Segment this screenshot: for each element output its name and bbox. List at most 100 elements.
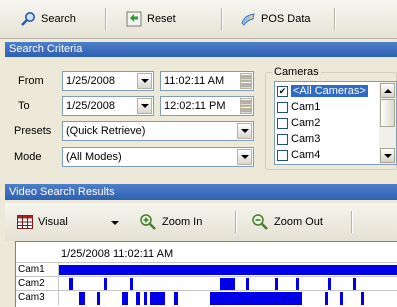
toolbar-separator	[105, 8, 106, 30]
search-criteria-header: Search Criteria	[5, 42, 397, 57]
timeline-camera-label: Cam3	[18, 292, 45, 303]
recording-segment[interactable]	[59, 265, 397, 275]
to-label: To	[18, 100, 30, 112]
checkbox-icon[interactable]	[277, 117, 288, 129]
recording-segment[interactable]	[79, 292, 85, 305]
recording-segment[interactable]	[150, 292, 165, 305]
recording-segment[interactable]	[104, 278, 107, 290]
camera-item-label: Cam2	[291, 117, 321, 129]
camera-item-label: Cam3	[291, 133, 321, 145]
pos-data-label: POS Data	[261, 13, 311, 25]
recording-segment[interactable]	[97, 292, 100, 305]
camera-item-label: Cam1	[291, 101, 321, 113]
recording-segment[interactable]	[340, 292, 343, 305]
toolbar-separator	[351, 211, 352, 233]
video-results-header: Video Search Results	[5, 184, 397, 200]
recording-segment[interactable]	[246, 278, 249, 290]
camera-item-cam3[interactable]: Cam3	[277, 132, 320, 146]
checkbox-checked-icon[interactable]: ✔	[277, 85, 288, 97]
cameras-scrollbar[interactable]	[379, 82, 396, 164]
zoom-out-icon	[251, 213, 269, 231]
camera-item-all[interactable]: ✔ <All Cameras>	[277, 84, 368, 98]
checkbox-icon[interactable]	[277, 149, 288, 161]
camera-item-label: Cam4	[291, 149, 321, 161]
to-date-value: 1/25/2008	[66, 100, 115, 112]
toolbar-separator	[334, 8, 335, 30]
timeline-camera-label: Cam1	[18, 264, 45, 275]
zoom-out-label: Zoom Out	[274, 216, 323, 228]
recording-segment[interactable]	[122, 292, 128, 305]
toolbar-separator	[235, 211, 236, 233]
grid-icon	[17, 215, 33, 229]
zoom-out-button[interactable]: Zoom Out	[245, 211, 340, 233]
recording-segment[interactable]	[325, 292, 328, 305]
timeline-row[interactable]: Cam2	[16, 276, 397, 291]
recording-segment[interactable]	[174, 292, 178, 305]
results-toolbar: Visual Zoom In Zoom Out	[5, 203, 397, 241]
to-time-value: 12:02:11 PM	[164, 100, 226, 112]
zoom-in-button[interactable]: Zoom In	[133, 211, 223, 233]
presets-select[interactable]: (Quick Retrieve)	[62, 121, 254, 141]
recording-segment[interactable]	[353, 278, 356, 290]
dropdown-arrow-icon[interactable]	[237, 149, 252, 165]
search-label: Search	[41, 13, 76, 25]
to-date-picker[interactable]: 1/25/2008	[62, 96, 154, 116]
mode-select[interactable]: (All Modes)	[62, 147, 254, 167]
timeline-track[interactable]	[59, 292, 397, 305]
scroll-up-icon[interactable]	[380, 83, 395, 98]
recording-segment[interactable]	[136, 292, 140, 305]
presets-value: (Quick Retrieve)	[66, 125, 146, 137]
from-label: From	[18, 75, 44, 87]
camera-item-label: <All Cameras>	[291, 85, 368, 97]
cameras-title: Cameras	[272, 66, 321, 78]
camera-item-cam4[interactable]: Cam4	[277, 148, 320, 162]
from-time-value: 11:02:11 AM	[164, 75, 225, 87]
camera-item-cam1[interactable]: Cam1	[277, 100, 320, 114]
recording-segment[interactable]	[144, 292, 147, 305]
recording-segment[interactable]	[69, 278, 73, 290]
mode-value: (All Modes)	[66, 151, 122, 163]
recording-segment[interactable]	[275, 278, 278, 290]
recording-segment[interactable]	[361, 292, 364, 305]
zoom-in-label: Zoom In	[162, 216, 203, 228]
mode-label: Mode	[14, 151, 42, 163]
recording-segment[interactable]	[130, 278, 133, 290]
timeline-start-label: 1/25/2008 11:02:11 AM	[61, 248, 174, 260]
to-time-picker[interactable]: 12:02:11 PM	[160, 96, 254, 116]
spinner-icon[interactable]	[240, 73, 252, 89]
from-date-picker[interactable]: 1/25/2008	[62, 71, 154, 91]
visual-label: Visual	[38, 216, 68, 228]
pos-data-icon	[240, 11, 256, 27]
timeline-track[interactable]	[59, 278, 397, 290]
cameras-list[interactable]: ✔ <All Cameras> Cam1 Cam2 Cam3 Cam4	[274, 81, 397, 165]
scroll-thumb[interactable]	[380, 99, 395, 127]
timeline-row[interactable]: Cam1	[16, 262, 397, 277]
recording-segment[interactable]	[220, 278, 235, 290]
toolbar-separator	[221, 8, 222, 30]
reset-icon	[126, 11, 142, 27]
visual-dropdown-button[interactable]: Visual	[11, 211, 121, 233]
zoom-in-icon	[139, 213, 157, 231]
timeline-track[interactable]	[59, 265, 397, 275]
reset-button[interactable]: Reset	[120, 8, 200, 30]
checkbox-icon[interactable]	[277, 101, 288, 113]
reset-label: Reset	[147, 13, 176, 25]
scroll-down-icon[interactable]	[380, 148, 395, 163]
recording-segment[interactable]	[296, 278, 299, 290]
spinner-icon[interactable]	[240, 98, 252, 114]
pos-data-button[interactable]: POS Data	[234, 8, 334, 30]
dropdown-arrow-icon[interactable]	[137, 98, 152, 114]
timeline-camera-label: Cam2	[18, 278, 45, 289]
recording-segment[interactable]	[328, 278, 331, 290]
recording-segment[interactable]	[210, 292, 302, 305]
camera-item-cam2[interactable]: Cam2	[277, 116, 320, 130]
dropdown-arrow-icon[interactable]	[137, 73, 152, 89]
results-timeline[interactable]: 1/25/2008 11:02:11 AM Cam1 Cam2 Cam3	[15, 241, 397, 307]
main-toolbar: Search Reset POS Data	[0, 0, 397, 39]
timeline-row[interactable]: Cam3	[16, 290, 397, 305]
from-time-picker[interactable]: 11:02:11 AM	[160, 71, 254, 91]
search-button[interactable]: Search	[14, 8, 94, 30]
from-date-value: 1/25/2008	[66, 75, 115, 87]
checkbox-icon[interactable]	[277, 133, 288, 145]
dropdown-arrow-icon[interactable]	[237, 123, 252, 139]
